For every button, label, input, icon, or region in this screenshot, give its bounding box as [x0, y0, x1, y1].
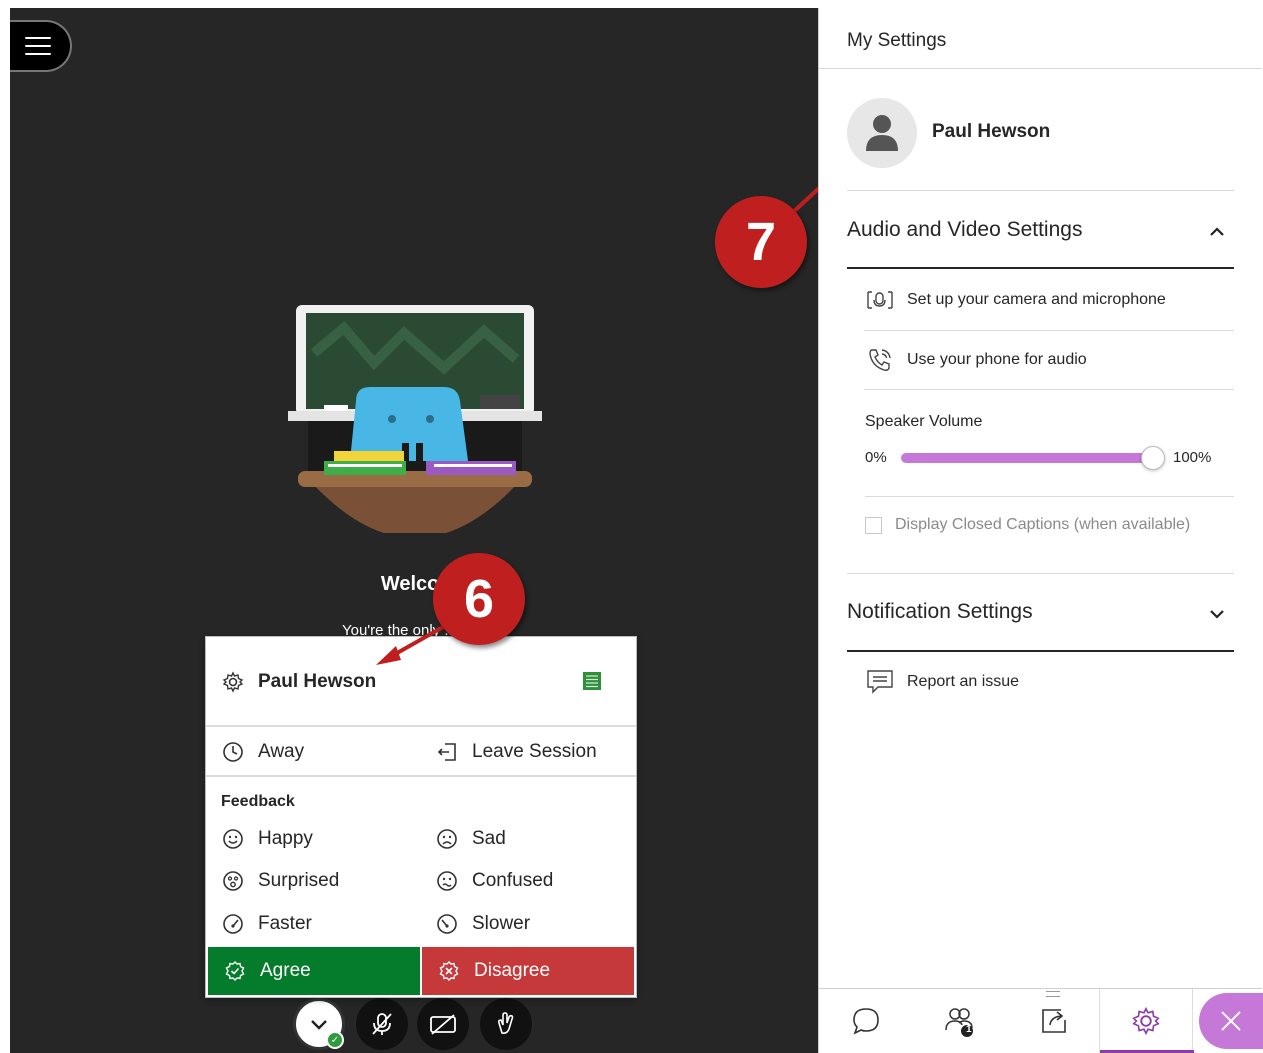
avatar[interactable]	[847, 98, 917, 168]
volume-max-label: 100%	[1173, 449, 1212, 466]
chevron-down-icon[interactable]	[1207, 604, 1227, 624]
notification-section-title[interactable]: Notification Settings	[847, 600, 1033, 624]
speaker-volume-slider[interactable]	[901, 453, 1151, 463]
divider	[847, 267, 1234, 269]
camera-mic-icon	[865, 287, 895, 313]
divider	[865, 496, 1234, 497]
attendees-tab[interactable]: 1	[913, 989, 1060, 1053]
closed-captions-option[interactable]: Display Closed Captions (when available)	[865, 516, 1190, 534]
my-settings-tab[interactable]	[1099, 989, 1194, 1053]
speaker-volume-label: Speaker Volume	[865, 413, 983, 430]
report-message-icon	[865, 669, 895, 695]
speaker-volume-thumb[interactable]	[1141, 446, 1165, 470]
phone-audio-label: Use your phone for audio	[907, 351, 1087, 368]
chevron-up-icon[interactable]	[1207, 222, 1227, 242]
phone-icon	[865, 347, 895, 373]
annotation-callout-6: 6	[433, 553, 525, 645]
report-issue-link[interactable]: Report an issue	[865, 669, 1019, 695]
close-icon	[1221, 1011, 1241, 1031]
closed-captions-checkbox[interactable]	[865, 516, 882, 534]
audio-video-section-title[interactable]: Audio and Video Settings	[847, 218, 1082, 242]
volume-min-label: 0%	[865, 449, 887, 466]
divider	[847, 650, 1234, 652]
gear-icon	[1132, 1006, 1160, 1036]
chat-bubble-icon	[853, 1008, 879, 1035]
annotation-callout-7: 7	[715, 196, 807, 288]
report-issue-label: Report an issue	[907, 673, 1020, 690]
share-icon	[1042, 1009, 1066, 1033]
closed-captions-label: Display Closed Captions (when available)	[895, 516, 1191, 533]
collaborate-panel-nav: 1	[819, 988, 1263, 1053]
close-panel-button[interactable]	[1199, 993, 1263, 1049]
share-content-tab[interactable]	[1007, 989, 1101, 1053]
setup-camera-mic-label: Set up your camera and microphone	[907, 291, 1166, 308]
divider	[865, 330, 1234, 331]
panel-title: My Settings	[847, 30, 947, 51]
divider	[865, 389, 1234, 390]
divider	[847, 573, 1234, 574]
my-settings-panel: My Settings Paul Hewson Audio and Video …	[818, 8, 1263, 1053]
divider	[847, 190, 1234, 191]
profile-user-name: Paul Hewson	[932, 121, 1051, 142]
setup-camera-mic-link[interactable]: Set up your camera and microphone	[865, 287, 1166, 313]
user-silhouette-icon	[866, 115, 898, 151]
divider	[819, 68, 1262, 69]
chat-tab[interactable]	[819, 989, 913, 1053]
phone-audio-link[interactable]: Use your phone for audio	[865, 347, 1087, 373]
attendee-count-badge: 1	[966, 1024, 972, 1035]
